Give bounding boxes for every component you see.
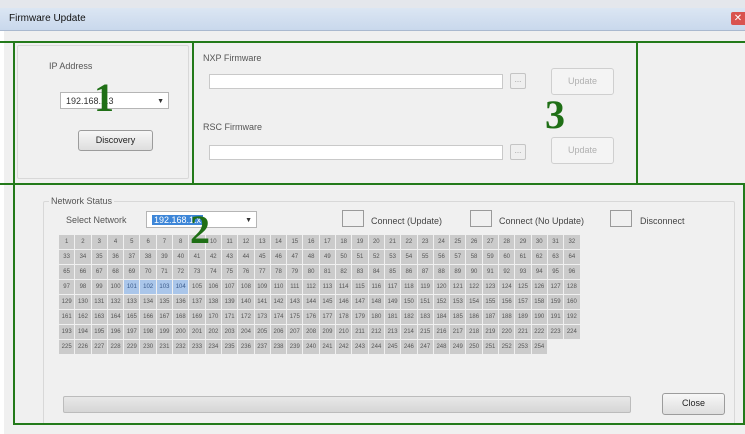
annotation-middle-rule [0, 183, 745, 185]
title-bar: Firmware Update ✕ [0, 8, 745, 31]
annotation-box-3 [192, 41, 638, 185]
annotation-number-2: 2 [190, 207, 210, 252]
window-title: Firmware Update [9, 13, 86, 24]
annotation-number-1: 1 [94, 75, 114, 120]
close-icon[interactable]: ✕ [731, 12, 745, 25]
annotation-top-rule [0, 41, 745, 43]
annotation-box-2 [13, 183, 745, 425]
top-strip [0, 0, 745, 8]
annotation-number-3: 3 [545, 92, 565, 137]
